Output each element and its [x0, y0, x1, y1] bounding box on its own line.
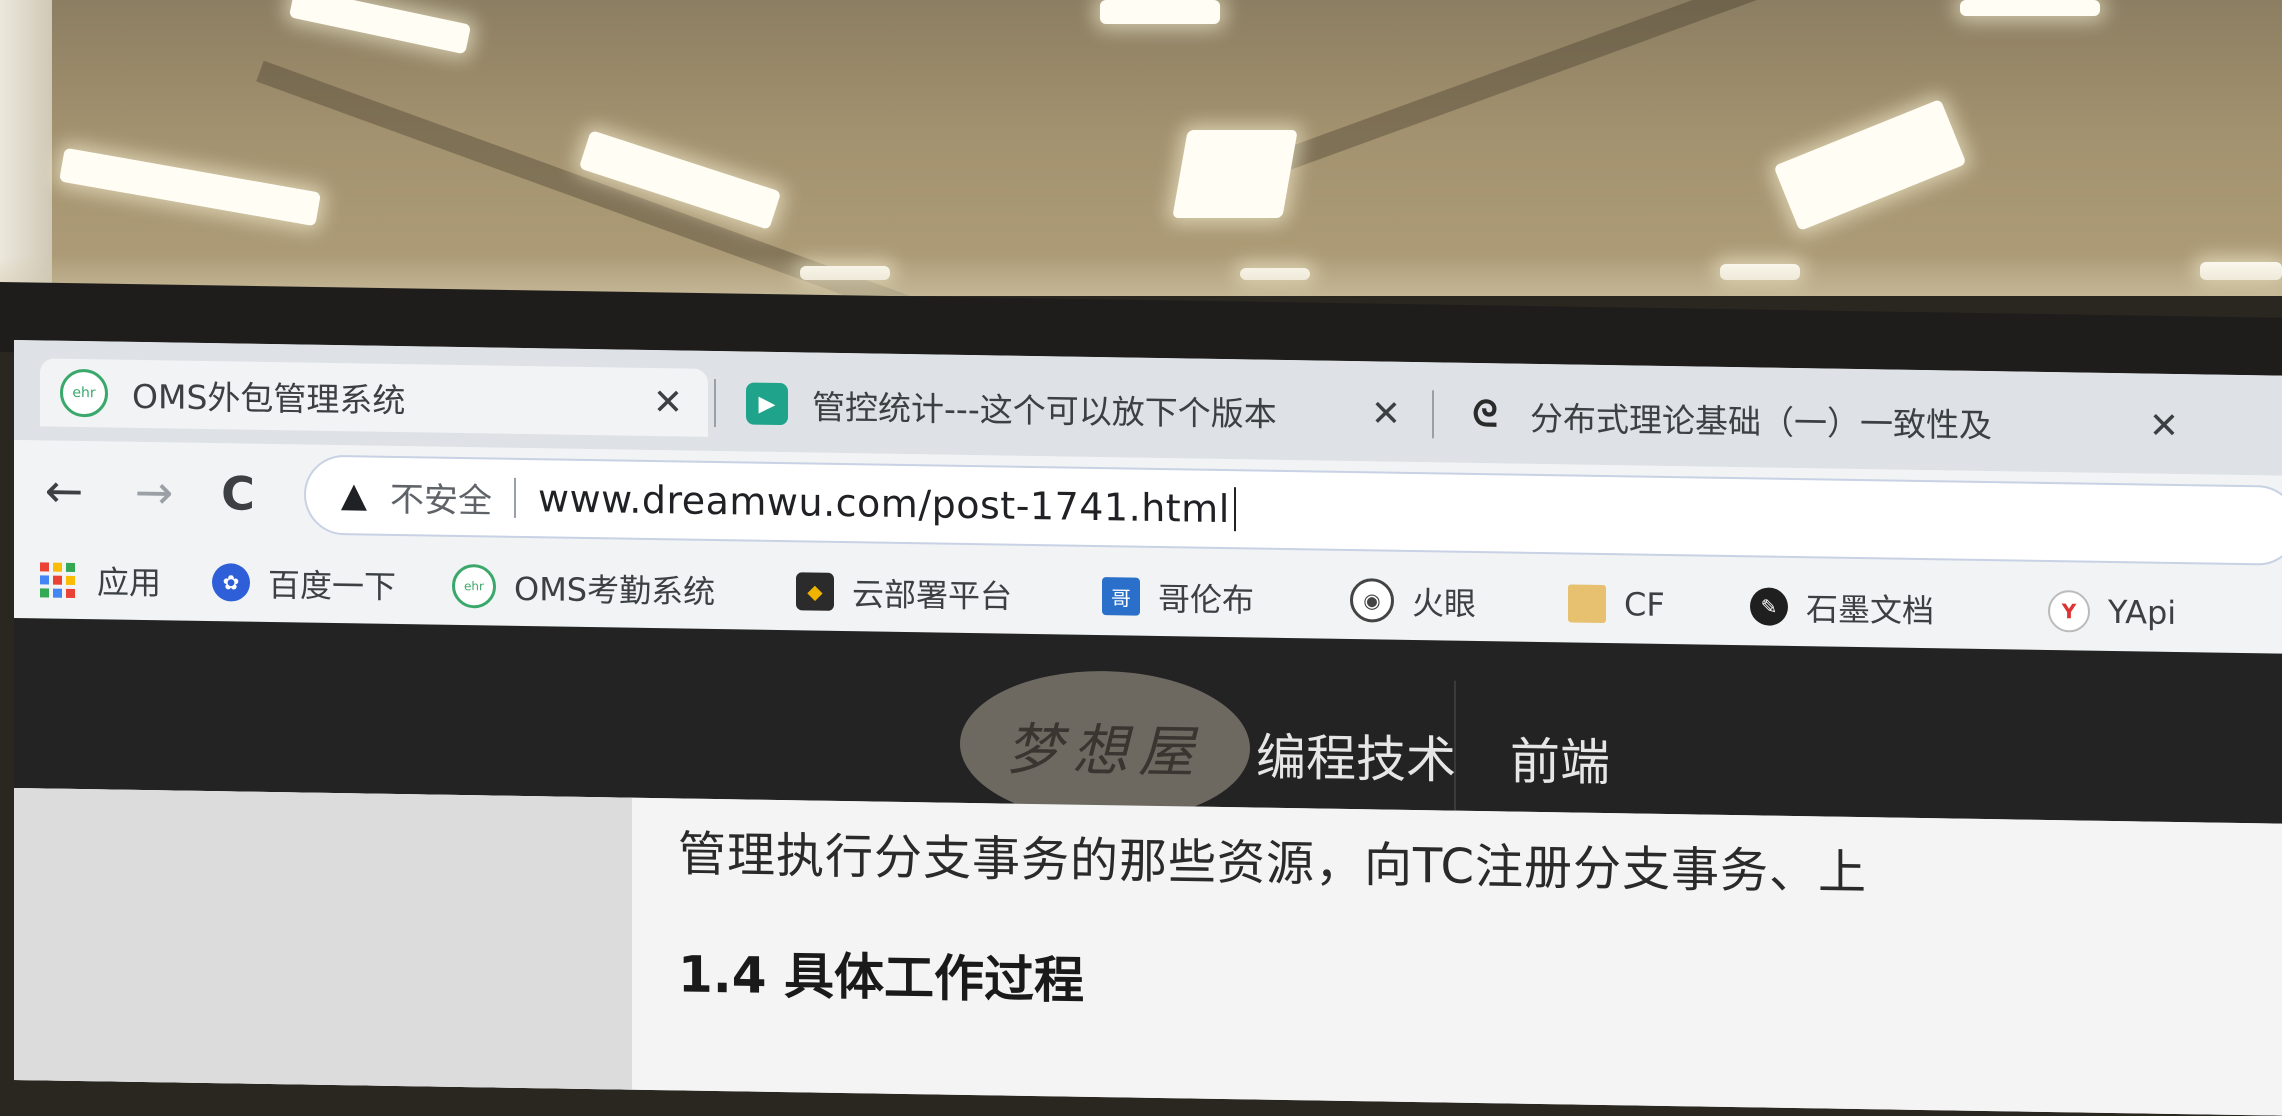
tab-dreamwu[interactable]: ᘓ 分布式理论基础（一）一致性及 ✕	[1444, 380, 2204, 460]
address-bar[interactable]: ▲ 不安全 www.dreamwu.com/post-1741.html	[306, 456, 2282, 564]
bookmark-apps[interactable]: 应用	[40, 554, 161, 606]
ceiling-light	[1773, 98, 1967, 232]
tab-title: 管控统计---这个可以放下个版本	[812, 387, 1277, 434]
bookmark-cf[interactable]: CF	[1568, 578, 1665, 630]
bookmark-yapi[interactable]: Y YApi	[2048, 586, 2176, 638]
ceiling-light	[59, 147, 321, 227]
oms-logo-icon: ehr	[60, 368, 108, 418]
forward-button[interactable]: →	[126, 464, 182, 521]
bookmark-shimo[interactable]: ✎ 石墨文档	[1750, 581, 1934, 634]
bookmark-label: 应用	[97, 563, 162, 603]
oms-logo-icon: ehr	[452, 563, 496, 609]
tab-oms[interactable]: ehr OMS外包管理系统 ✕	[40, 358, 708, 437]
reload-button[interactable]: C	[210, 465, 266, 522]
baidu-paw-icon: ✿	[212, 563, 250, 602]
nav-item-programming[interactable]: 编程技术	[1256, 718, 1456, 793]
bookmark-columbus[interactable]: 哥 哥伦布	[1102, 571, 1254, 623]
pillar	[0, 0, 52, 296]
security-warning-label[interactable]: 不安全	[390, 471, 492, 522]
warning-icon[interactable]: ▲	[334, 475, 374, 516]
bookmark-label: YApi	[2108, 592, 2177, 632]
article-content: 管理执行分支事务的那些资源，向TC注册分支事务、上 1.4 具体工作过程	[14, 788, 2282, 1116]
bookmark-cloud-deploy[interactable]: ◆ 云部署平台	[796, 566, 1012, 619]
cloud-deploy-icon: ◆	[796, 572, 834, 611]
office-ceiling-background	[0, 0, 2282, 296]
ceiling-light	[1960, 0, 2100, 16]
article-paragraph: 管理执行分支事务的那些资源，向TC注册分支事务、上	[678, 826, 1868, 902]
tab-separator	[714, 378, 716, 428]
bookmark-label: 云部署平台	[852, 575, 1013, 616]
tab-stats[interactable]: ▶ 管控统计---这个可以放下个版本 ✕	[726, 369, 1426, 448]
back-button[interactable]: ←	[36, 462, 92, 519]
close-icon[interactable]: ✕	[648, 382, 688, 423]
bookmark-fire-eye[interactable]: ◉ 火眼	[1350, 575, 1476, 627]
bookmark-label: 火眼	[1412, 583, 1477, 623]
bookmark-label: OMS考勤系统	[514, 569, 716, 612]
tab-separator	[1432, 390, 1434, 439]
bookmark-label: CF	[1624, 585, 1665, 624]
bookmark-label: 石墨文档	[1806, 590, 1935, 631]
bookmark-label: 哥伦布	[1158, 579, 1255, 620]
omnibox-divider	[514, 477, 516, 518]
close-icon[interactable]: ✕	[2144, 405, 2184, 446]
play-icon: ▶	[746, 382, 788, 426]
ceiling-light	[1100, 0, 1220, 24]
tab-title: 分布式理论基础（一）一致性及	[1530, 398, 1992, 446]
ceiling-light	[1172, 130, 1298, 218]
content-sidebar	[14, 788, 632, 1098]
folder-icon	[1568, 584, 1606, 624]
monitor-screen: ehr OMS外包管理系统 ✕ ▶ 管控统计---这个可以放下个版本 ✕ ᘓ 分…	[14, 340, 2282, 1116]
eye-icon: ◉	[1350, 577, 1394, 623]
bookmark-label: 百度一下	[268, 565, 397, 607]
shimo-icon: ✎	[1750, 587, 1788, 626]
columbus-icon: 哥	[1102, 577, 1140, 616]
bookmark-oms[interactable]: ehr OMS考勤系统	[452, 561, 715, 615]
dream-logo-icon: ᘓ	[1472, 393, 1498, 436]
bookmark-baidu[interactable]: ✿ 百度一下	[212, 557, 396, 610]
site-logo[interactable]: 梦想屋	[960, 668, 1250, 824]
ceiling-light	[288, 0, 472, 55]
apps-grid-icon	[40, 561, 75, 598]
tab-title: OMS外包管理系统	[132, 376, 406, 421]
close-icon[interactable]: ✕	[1366, 393, 1406, 434]
text-caret	[1233, 487, 1236, 532]
nav-item-frontend[interactable]: 前端	[1510, 722, 1610, 796]
url-text[interactable]: www.dreamwu.com/post-1741.html	[538, 476, 1230, 531]
article-heading: 1.4 具体工作过程	[678, 945, 1084, 1010]
yapi-icon: Y	[2048, 589, 2090, 633]
